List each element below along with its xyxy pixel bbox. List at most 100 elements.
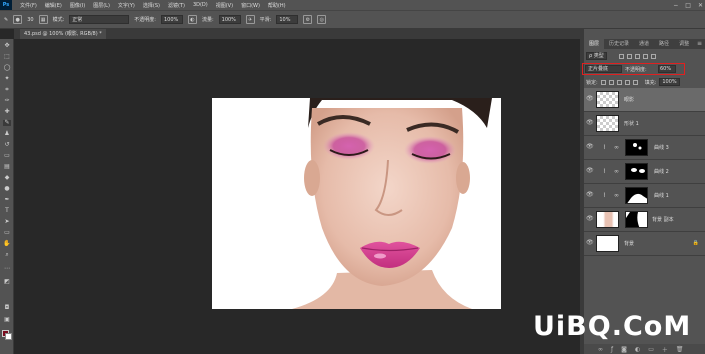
fx-icon[interactable]: ƒ	[611, 346, 613, 353]
layer-opacity-input[interactable]: 60%	[658, 65, 676, 73]
history-brush-tool-icon[interactable]: ↺	[3, 142, 11, 148]
lock-all-icon[interactable]	[632, 79, 638, 85]
brush-preset-picker[interactable]: ●	[13, 15, 23, 24]
filter-adjust-icon[interactable]	[626, 53, 632, 59]
filter-type-icon[interactable]	[634, 53, 640, 59]
type-tool-icon[interactable]: T	[3, 208, 11, 214]
eyedropper-tool-icon[interactable]: ✑	[3, 98, 11, 104]
menu-3d[interactable]: 3D(D)	[193, 2, 208, 8]
document-tab-bar: 43.psd @ 100% (眼影, RGB/8) *	[14, 29, 580, 39]
menu-image[interactable]: 图像(I)	[70, 2, 85, 9]
shape-tool-icon[interactable]: ▭	[3, 230, 11, 236]
menu-filter[interactable]: 滤镜(T)	[168, 2, 185, 9]
visibility-eye-icon[interactable]: 👁	[586, 192, 594, 198]
airbrush-icon[interactable]: ✈	[245, 15, 255, 24]
tab-layers[interactable]: 图层	[584, 39, 605, 49]
add-mask-icon[interactable]: ◙	[621, 346, 627, 353]
gear-icon[interactable]: ⚙	[303, 15, 313, 24]
document-canvas[interactable]	[212, 98, 501, 309]
layer-row-background[interactable]: 👁 背景 🔒	[584, 232, 705, 256]
lock-transparent-icon[interactable]	[600, 79, 606, 85]
filter-shape-icon[interactable]	[642, 53, 648, 59]
portrait-image	[212, 98, 501, 309]
layer-row-eyeshadow[interactable]: 👁 眼影	[584, 88, 705, 112]
dodge-tool-icon[interactable]: ●	[3, 186, 11, 192]
layer-filter-row: ρ 类型	[584, 51, 705, 61]
stamp-tool-icon[interactable]: ♟	[3, 131, 11, 137]
menu-layer[interactable]: 图层(L)	[93, 2, 110, 9]
document-tab[interactable]: 43.psd @ 100% (眼影, RGB/8) *	[20, 29, 106, 39]
menu-view[interactable]: 视图(V)	[216, 2, 233, 9]
pen-tool-icon[interactable]: ✒	[3, 197, 11, 203]
quick-mask-icon[interactable]: ◘	[3, 305, 11, 311]
flow-input[interactable]: 100%	[218, 15, 241, 24]
path-select-tool-icon[interactable]: ➤	[3, 219, 11, 225]
more-tools-icon[interactable]: ⋯	[3, 266, 11, 272]
visibility-eye-icon[interactable]: 👁	[586, 144, 594, 150]
brush-tool-icon[interactable]: ✎	[4, 17, 8, 23]
tab-paths[interactable]: 路径	[654, 39, 674, 49]
maximize-button[interactable]: □	[685, 2, 691, 9]
layer-row-curves-3[interactable]: 👁 ⌇ ∞ 曲线 3	[584, 136, 705, 160]
brush-panel-icon[interactable]: ▦	[38, 15, 48, 24]
tab-adjustments[interactable]: 调整	[674, 39, 694, 49]
panel-menu-icon[interactable]: ≡	[697, 39, 702, 49]
minimize-button[interactable]: −	[673, 2, 678, 9]
crop-tool-icon[interactable]: ⌗	[3, 87, 11, 93]
menu-type[interactable]: 文字(Y)	[118, 2, 135, 9]
gradient-tool-icon[interactable]: ▤	[3, 164, 11, 170]
opacity-input[interactable]: 100%	[160, 15, 183, 24]
menu-select[interactable]: 选择(S)	[143, 2, 160, 9]
pressure-opacity-icon[interactable]: ◐	[187, 15, 197, 24]
visibility-eye-icon[interactable]: 👁	[586, 96, 594, 102]
eraser-tool-icon[interactable]: ▭	[3, 153, 11, 159]
visibility-eye-icon[interactable]: 👁	[586, 168, 594, 174]
tab-channels[interactable]: 通道	[634, 39, 654, 49]
adjustment-layer-icon[interactable]: ◐	[635, 346, 640, 353]
lock-artboard-icon[interactable]	[624, 79, 630, 85]
layer-row-background-copy[interactable]: 👁 背景 副本	[584, 208, 705, 232]
default-colors-icon[interactable]: ◩	[3, 279, 11, 285]
layer-row-shape[interactable]: 👁 形状 1	[584, 112, 705, 136]
hand-tool-icon[interactable]: ✋	[3, 241, 11, 247]
canvas-area[interactable]	[14, 39, 580, 354]
marquee-tool-icon[interactable]: ⬚	[3, 54, 11, 60]
new-layer-icon[interactable]: ＋	[662, 345, 668, 354]
blur-tool-icon[interactable]: ◆	[3, 175, 11, 181]
layer-name: 曲线 2	[654, 169, 669, 175]
mode-select[interactable]: 正常	[69, 15, 130, 24]
menu-file[interactable]: 文件(F)	[20, 2, 37, 9]
background-color-swatch[interactable]	[5, 333, 12, 340]
menu-window[interactable]: 窗口(W)	[241, 2, 260, 9]
smoothing-input[interactable]: 10%	[276, 15, 299, 24]
filter-smart-icon[interactable]	[650, 53, 656, 59]
zoom-tool-icon[interactable]: ⌕	[3, 252, 11, 258]
healing-tool-icon[interactable]: ✚	[3, 109, 11, 115]
brush-tool-icon-left[interactable]: ✎	[3, 120, 11, 126]
visibility-eye-icon[interactable]: 👁	[586, 216, 594, 222]
lock-pixels-icon[interactable]	[608, 79, 614, 85]
layer-filter-select[interactable]: ρ 类型	[586, 52, 607, 60]
visibility-eye-icon[interactable]: 👁	[586, 120, 594, 126]
filter-pixel-icon[interactable]	[618, 53, 624, 59]
visibility-eye-icon[interactable]: 👁	[586, 240, 594, 246]
fill-input[interactable]: 100%	[659, 78, 680, 86]
menu-edit[interactable]: 编辑(E)	[45, 2, 62, 9]
move-tool-icon[interactable]: ✥	[3, 43, 11, 49]
group-icon[interactable]: ▭	[648, 346, 654, 353]
lock-position-icon[interactable]	[616, 79, 622, 85]
tab-history[interactable]: 历史记录	[604, 39, 634, 49]
layer-row-curves-2[interactable]: 👁 ⌇ ∞ 曲线 2	[584, 160, 705, 184]
screen-mode-icon[interactable]: ▣	[3, 317, 11, 323]
tools-panel: ✥ ⬚ ◯ ✦ ⌗ ✑ ✚ ✎ ♟ ↺ ▭ ▤ ◆ ● ✒ T ➤ ▭ ✋ ⌕ …	[0, 39, 14, 354]
link-layers-icon[interactable]: ∞	[598, 346, 603, 353]
close-button[interactable]: ✕	[698, 2, 703, 9]
blend-mode-select[interactable]: 正片叠底	[585, 65, 622, 73]
trash-icon[interactable]: 🗑	[676, 346, 684, 353]
layer-row-curves-1[interactable]: 👁 ⌇ ∞ 曲线 1	[584, 184, 705, 208]
lasso-tool-icon[interactable]: ◯	[3, 65, 11, 71]
quick-select-tool-icon[interactable]: ✦	[3, 76, 11, 82]
symmetry-icon[interactable]: ◎	[317, 15, 327, 24]
flow-label: 流量:	[201, 17, 214, 23]
menu-help[interactable]: 帮助(H)	[268, 2, 286, 9]
